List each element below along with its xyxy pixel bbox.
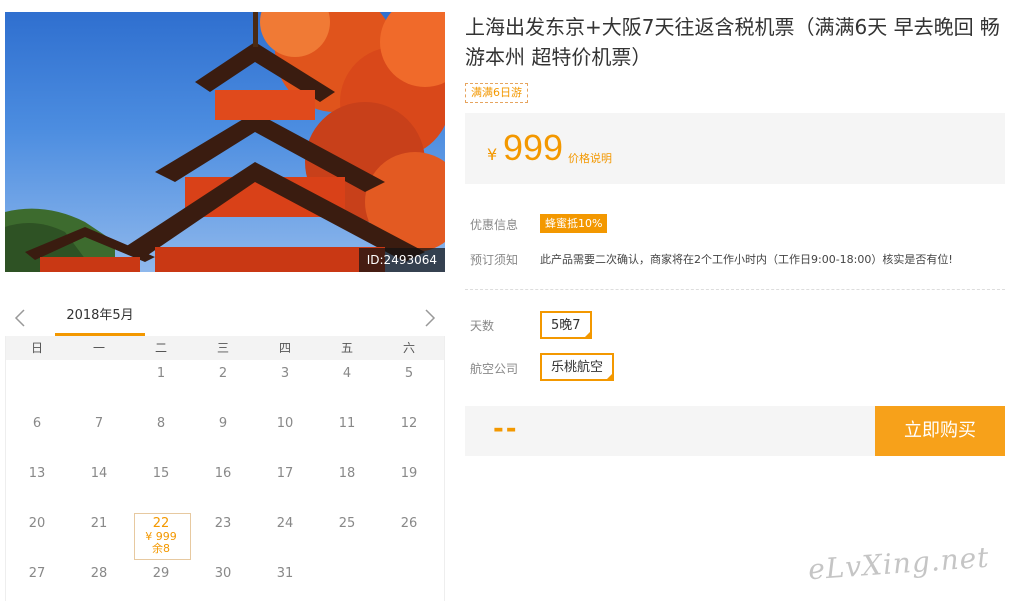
watermark-text: eLvXing.net (807, 540, 991, 587)
calendar-day: 20 (28, 516, 46, 531)
calendar-day: 16 (214, 466, 232, 481)
calendar-week: 6 7 8 9 10 11 12 (6, 410, 444, 460)
total-price: -- (493, 414, 519, 444)
weekday-label: 日 (30, 341, 43, 355)
calendar-day: 23 (214, 516, 232, 531)
product-title: 上海出发东京+大阪7天往返含税机票（满满6天 早去晚回 畅游本州 超特价机票） (465, 15, 1000, 69)
chevron-right-icon (425, 309, 436, 327)
price-amount: 999 (503, 127, 564, 168)
calendar-day: 12 (400, 416, 418, 431)
weekday-label: 二 (154, 341, 167, 355)
price-panel: ¥ 999 价格说明 (465, 113, 1005, 184)
calendar-day: 18 (338, 466, 356, 481)
calendar-day: 25 (338, 516, 356, 531)
buy-now-button[interactable]: 立即购买 (875, 406, 1005, 456)
calendar-day (68, 360, 130, 410)
calendar-day: 13 (28, 466, 46, 481)
calendar-day: 26 (400, 516, 418, 531)
calendar-day-stock: 余8 (152, 542, 170, 555)
calendar-day (378, 560, 440, 601)
calendar-day: 6 (32, 416, 42, 431)
pagoda-illustration (5, 12, 445, 272)
product-photo: ID:2493064 (5, 12, 445, 272)
calendar-weekday-header: 日 一 二 三 四 五 六 (6, 336, 444, 360)
notice-text: 此产品需要二次确认，商家将在2个工作小时内（工作日9:00-18:00）核实是否… (540, 253, 953, 266)
calendar-day: 10 (276, 416, 294, 431)
selected-corner-icon (582, 330, 592, 339)
currency-symbol: ¥ (487, 145, 498, 164)
calendar-day: 31 (276, 566, 294, 581)
calendar-day: 17 (276, 466, 294, 481)
selected-corner-icon (605, 372, 615, 381)
calendar-day: 15 (152, 466, 170, 481)
calendar-day: 11 (338, 416, 356, 431)
calendar-day: 1 (156, 366, 166, 381)
calendar-day: 5 (404, 366, 414, 381)
days-option-label: 5晚7 (551, 318, 581, 333)
calendar-day: 27 (28, 566, 46, 581)
weekday-label: 三 (216, 341, 229, 355)
calendar-day-number: 22 (152, 516, 170, 531)
calendar-month-tab[interactable]: 2018年5月 (55, 300, 145, 336)
calendar-nav: 2018年5月 (5, 300, 445, 336)
calendar-day: 14 (90, 466, 108, 481)
product-tag: 满满6日游 (465, 83, 528, 103)
calendar-day: 7 (94, 416, 104, 431)
calendar-day: 30 (214, 566, 232, 581)
calendar-day: 4 (342, 366, 352, 381)
promo-badge: 蜂蜜抵10% (540, 214, 608, 233)
chevron-left-icon (14, 309, 25, 327)
calendar-day: 24 (276, 516, 294, 531)
weekday-label: 一 (92, 341, 105, 355)
calendar-day: 29 (152, 566, 170, 581)
calendar-day: 8 (156, 416, 166, 431)
calendar-day: 19 (400, 466, 418, 481)
weekday-label: 五 (340, 341, 353, 355)
purchase-bar: -- (465, 406, 875, 456)
calendar-week: 1 2 3 4 5 (6, 360, 444, 410)
days-option-button[interactable]: 5晚7 (540, 311, 592, 339)
weekday-label: 六 (402, 341, 415, 355)
calendar-week: 27 28 29 30 31 (6, 560, 444, 601)
calendar-week: 13 14 15 16 17 18 19 (6, 460, 444, 510)
calendar: 日 一 二 三 四 五 六 1 2 3 4 5 6 7 8 9 10 11 12… (5, 336, 445, 601)
airline-option-label: 乐桃航空 (551, 360, 604, 375)
airline-option-button[interactable]: 乐桃航空 (540, 353, 615, 381)
calendar-day-available[interactable]: 22 ¥ 999 余8 (130, 510, 192, 560)
calendar-day (316, 560, 378, 601)
next-month-button[interactable] (420, 306, 440, 330)
calendar-day: 21 (90, 516, 108, 531)
prev-month-button[interactable] (10, 306, 30, 330)
calendar-day: 28 (90, 566, 108, 581)
photo-id-label: ID:2493064 (358, 248, 445, 272)
divider (465, 289, 1005, 290)
calendar-day: 3 (280, 366, 290, 381)
calendar-week: 20 21 22 ¥ 999 余8 23 24 25 26 (6, 510, 444, 560)
calendar-day: 2 (218, 366, 228, 381)
days-label: 天数 (470, 319, 495, 333)
calendar-day: 9 (218, 416, 228, 431)
price-explain-link[interactable]: 价格说明 (568, 150, 612, 166)
calendar-day (6, 360, 68, 410)
notice-label: 预订须知 (470, 253, 519, 267)
airline-label: 航空公司 (470, 362, 519, 376)
promo-label: 优惠信息 (470, 218, 519, 232)
weekday-label: 四 (278, 341, 291, 355)
